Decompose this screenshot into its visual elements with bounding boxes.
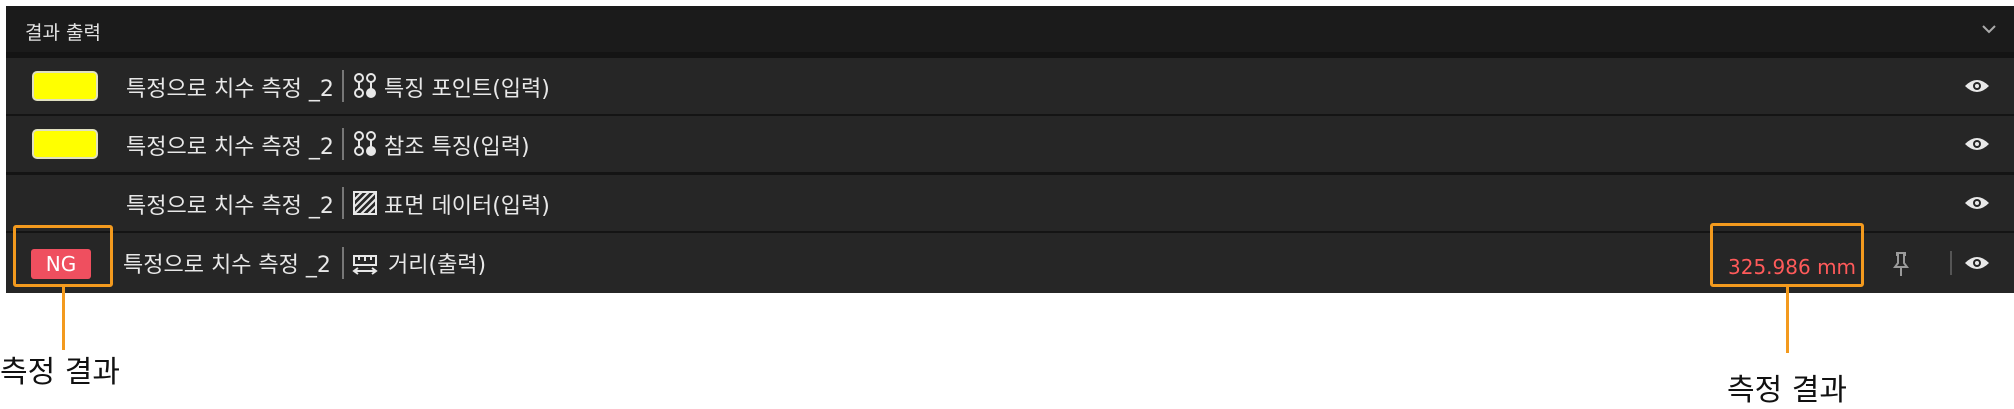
eye-icon[interactable] — [1964, 135, 1990, 153]
divider — [342, 128, 344, 160]
row-type-label: 특징 포인트(입력) — [384, 77, 550, 102]
row-label: 특정으로 치수 측정 _2 — [126, 77, 334, 102]
row-label: 특정으로 치수 측정 _2 — [126, 194, 334, 219]
list-item[interactable]: 특정으로 치수 측정 _2 참조 특징(입력) — [6, 116, 2014, 172]
callout-label: 측정 결과 — [0, 355, 120, 390]
color-swatch[interactable] — [32, 129, 98, 159]
row-label: 특정으로 치수 측정 _2 — [126, 135, 334, 160]
pin-icon[interactable] — [1890, 251, 1912, 277]
panel-title: 결과 출력 — [25, 22, 101, 44]
eye-icon[interactable] — [1964, 77, 1990, 95]
eye-icon[interactable] — [1964, 254, 1990, 272]
callout-box-value — [1710, 223, 1864, 287]
chevron-down-icon[interactable] — [1980, 20, 1998, 38]
row-label: 특정으로 치수 측정 _2 — [123, 253, 331, 278]
feature-nodes-icon — [354, 73, 376, 98]
distance-icon — [352, 255, 378, 275]
divider — [1950, 251, 1952, 275]
panel-header[interactable]: 결과 출력 — [6, 6, 2014, 52]
divider — [342, 70, 344, 102]
feature-nodes-icon — [354, 131, 376, 156]
callout-line — [62, 287, 65, 350]
callout-line — [1786, 287, 1789, 353]
surface-hatch-icon — [353, 191, 377, 215]
row-type-label: 참조 특징(입력) — [384, 135, 530, 160]
row-type-label: 표면 데이터(입력) — [384, 194, 550, 219]
row-type-label: 거리(출력) — [388, 253, 487, 278]
list-item[interactable]: 특정으로 치수 측정 _2 특징 포인트(입력) — [6, 58, 2014, 114]
eye-icon[interactable] — [1964, 194, 1990, 212]
callout-box-status — [13, 225, 113, 287]
divider — [342, 247, 344, 279]
divider — [342, 187, 344, 219]
callout-label: 측정 결과 — [1727, 373, 1847, 408]
color-swatch[interactable] — [32, 71, 98, 101]
